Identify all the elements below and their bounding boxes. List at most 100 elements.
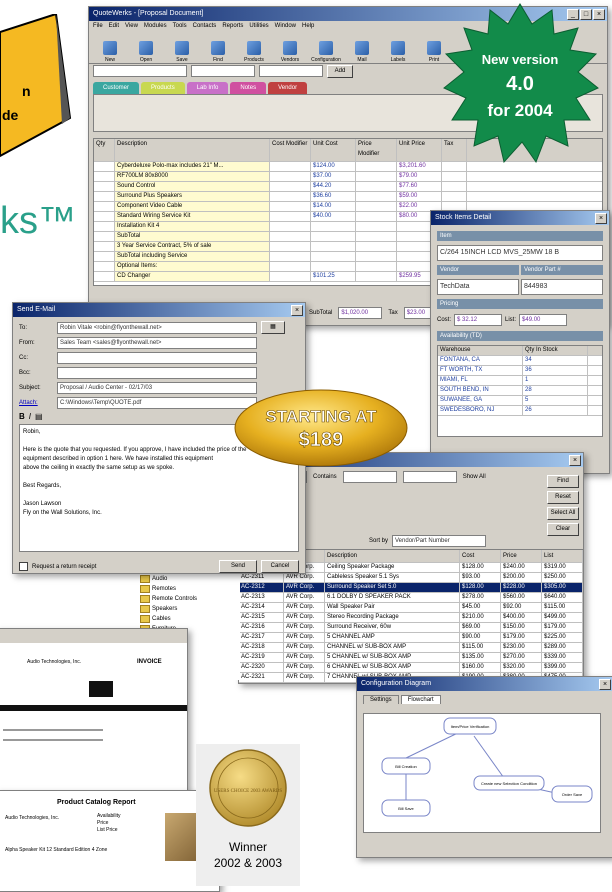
menu-item-contacts[interactable]: Contacts (193, 21, 217, 31)
tree-item-label: Audio (152, 576, 168, 582)
send-button[interactable]: Send (219, 560, 257, 573)
product-row[interactable]: AC-2313 AVR Corp. 6.1 DOLBY D SPEAKER PACK… (239, 593, 583, 603)
tree-item[interactable]: Cables (140, 614, 236, 624)
toolbar-button-open[interactable]: Open (131, 41, 161, 63)
toolbar-label: Products (244, 57, 264, 63)
side-button-clear[interactable]: Clear (547, 523, 579, 536)
toolbar-button-new[interactable]: New (95, 41, 125, 63)
product-row[interactable]: AC-2319 AVR Corp. 5 CHANNEL w/ SUB-BOX AMP… (239, 653, 583, 663)
close-icon[interactable]: × (599, 679, 611, 690)
grid-row[interactable]: Sound Control $44.20 $77.60 (94, 182, 602, 192)
menu-item-utilities[interactable]: Utilities (249, 21, 268, 31)
product-row[interactable]: AC-2320 AVR Corp. 6 CHANNEL w/ SUB-BOX AMP… (239, 663, 583, 673)
bcc-field[interactable] (57, 367, 257, 379)
menu-item-edit[interactable]: Edit (109, 21, 119, 31)
tab-notes[interactable]: Notes (230, 82, 267, 94)
warehouse-row[interactable]: SUWANEE, GA 5 (438, 396, 602, 406)
close-icon[interactable]: × (595, 213, 607, 224)
menu-item-reports[interactable]: Reports (222, 21, 243, 31)
grid-column-header[interactable]: Unit Price (397, 139, 442, 161)
product-row[interactable]: AC-2316 AVR Corp. Surround Receiver, 60w $6… (239, 623, 583, 633)
close-icon[interactable]: × (291, 305, 303, 316)
product-column-header[interactable]: Cost (460, 550, 501, 562)
to-field[interactable]: Robin Vitale <robin@flyonthewall.net> (57, 321, 257, 334)
tab-customer[interactable]: Customer (93, 82, 140, 94)
list-field[interactable]: $49.00 (519, 314, 568, 326)
product-cell: $400.00 (501, 613, 542, 622)
availability-table-header: Warehouse Qty In Stock (438, 346, 602, 356)
warehouse-row[interactable]: SOUTH BEND, IN 28 (438, 386, 602, 396)
warehouse-row[interactable]: MIAMI, FL 1 (438, 376, 602, 386)
item-field[interactable]: C/264 15INCH LCD MVS_25MW 18 B (437, 245, 603, 261)
grid-column-header[interactable]: Qty (94, 139, 115, 161)
grid-row[interactable]: Surround Plus Speakers $36.60 $59.00 (94, 192, 602, 202)
toolbar-button-save[interactable]: Save (167, 41, 197, 63)
tree-item[interactable]: Speakers (140, 604, 236, 614)
warehouse-row[interactable]: FT WORTH, TX 36 (438, 366, 602, 376)
toolbar-button-vendors[interactable]: Vendors (275, 41, 305, 63)
cancel-button[interactable]: Cancel (261, 560, 299, 573)
product-cell: Surround Speaker Set 5.0 (325, 583, 460, 592)
grid-column-header[interactable]: Unit Cost (311, 139, 356, 161)
grid-cell-cost-modifier (270, 162, 311, 171)
toolbar-button-mail[interactable]: Mail (347, 41, 377, 63)
sort-select[interactable]: Vendor/Part Number (392, 535, 487, 547)
filter-field[interactable] (191, 65, 255, 77)
menu-item-view[interactable]: View (125, 21, 138, 31)
subject-field[interactable]: Proposal / Audio Center - 02/17/03 (57, 382, 257, 394)
tree-item[interactable]: Remote Controls (140, 594, 236, 604)
add-button[interactable]: Add (327, 64, 353, 78)
product-row[interactable]: AC-2314 AVR Corp. Wall Speaker Pair $45.00 $… (239, 603, 583, 613)
category-field[interactable] (259, 65, 323, 77)
product-column-header[interactable]: Price (501, 550, 542, 562)
menu-item-help[interactable]: Help (302, 21, 314, 31)
grid-column-header[interactable]: Price Modifier (356, 139, 397, 161)
side-button-reset[interactable]: Reset (547, 491, 579, 504)
receipt-checkbox[interactable] (19, 562, 28, 571)
menu-item-file[interactable]: File (93, 21, 103, 31)
tab-vendor[interactable]: Vendor (268, 82, 308, 94)
tree-item[interactable]: Remotes (140, 584, 236, 594)
diagram-tab-settings[interactable]: Settings (363, 695, 399, 704)
product-row[interactable]: AC-2318 AVR Corp. CHANNEL w/ SUB-BOX AMP $1… (239, 643, 583, 653)
filter-input-2[interactable] (342, 471, 397, 483)
grid-column-header[interactable]: Cost Modifier (270, 139, 311, 161)
cc-field[interactable] (57, 352, 257, 364)
menu-item-window[interactable]: Window (275, 21, 296, 31)
attach-field[interactable]: C:\Windows\Temp\QUOTE.pdf (57, 397, 257, 409)
product-column-header[interactable]: Description (325, 550, 460, 562)
italic-icon[interactable]: I (29, 412, 31, 421)
grid-column-header[interactable]: Description (115, 139, 270, 161)
search-field[interactable] (93, 65, 187, 77)
address-book-button[interactable]: ▦ (261, 321, 285, 334)
menu-item-modules[interactable]: Modules (144, 21, 167, 31)
vendor-part-field[interactable]: 844983 (521, 279, 603, 295)
from-field[interactable]: Sales Team <sales@flyonthewall.net> (57, 337, 257, 349)
tree-item[interactable]: Audio (140, 574, 236, 584)
tab-lab-info[interactable]: Lab Info (186, 82, 229, 94)
diagram-tab-flowchart[interactable]: Flowchart (400, 695, 441, 704)
award-panel: USERS CHOICE 2003 AWARDS Winner 2002 & 2… (196, 744, 300, 886)
product-row[interactable]: AC-2312 AVR Corp. Surround Speaker Set 5.0… (239, 583, 583, 593)
warehouse-row[interactable]: FONTANA, CA 34 (438, 356, 602, 366)
cost-field[interactable]: $ 32.12 (454, 314, 503, 326)
filter-input-3[interactable] (402, 471, 457, 483)
menu-item-tools[interactable]: Tools (173, 21, 187, 31)
product-row[interactable]: AC-2311 AVR Corp. Cableless Speaker 5.1 Sy… (239, 573, 583, 583)
close-icon[interactable]: × (569, 455, 581, 466)
toolbar-button-labels[interactable]: Labels (383, 41, 413, 63)
toolbar-button-find[interactable]: Find (203, 41, 233, 63)
product-row[interactable]: AC-2317 AVR Corp. 5 CHANNEL AMP $90.00 $179.… (239, 633, 583, 643)
toolbar-button-products[interactable]: Products (239, 41, 269, 63)
bold-icon[interactable]: B (19, 412, 25, 421)
side-button-find[interactable]: Find (547, 475, 579, 488)
vendor-field[interactable]: TechData (437, 279, 519, 295)
paste-icon[interactable]: ▤ (35, 412, 43, 421)
product-column-header[interactable]: List (542, 550, 583, 562)
grid-row[interactable]: RF700LM 80x8000 $37.00 $79.00 (94, 172, 602, 182)
side-button-select-all[interactable]: Select All (547, 507, 579, 520)
product-row[interactable]: AC-2315 AVR Corp. Stereo Recording Package… (239, 613, 583, 623)
toolbar-button-configuration[interactable]: Configuration (311, 41, 341, 63)
warehouse-row[interactable]: SWEDESBORO, NJ 26 (438, 406, 602, 416)
tab-products[interactable]: Products (141, 82, 185, 94)
